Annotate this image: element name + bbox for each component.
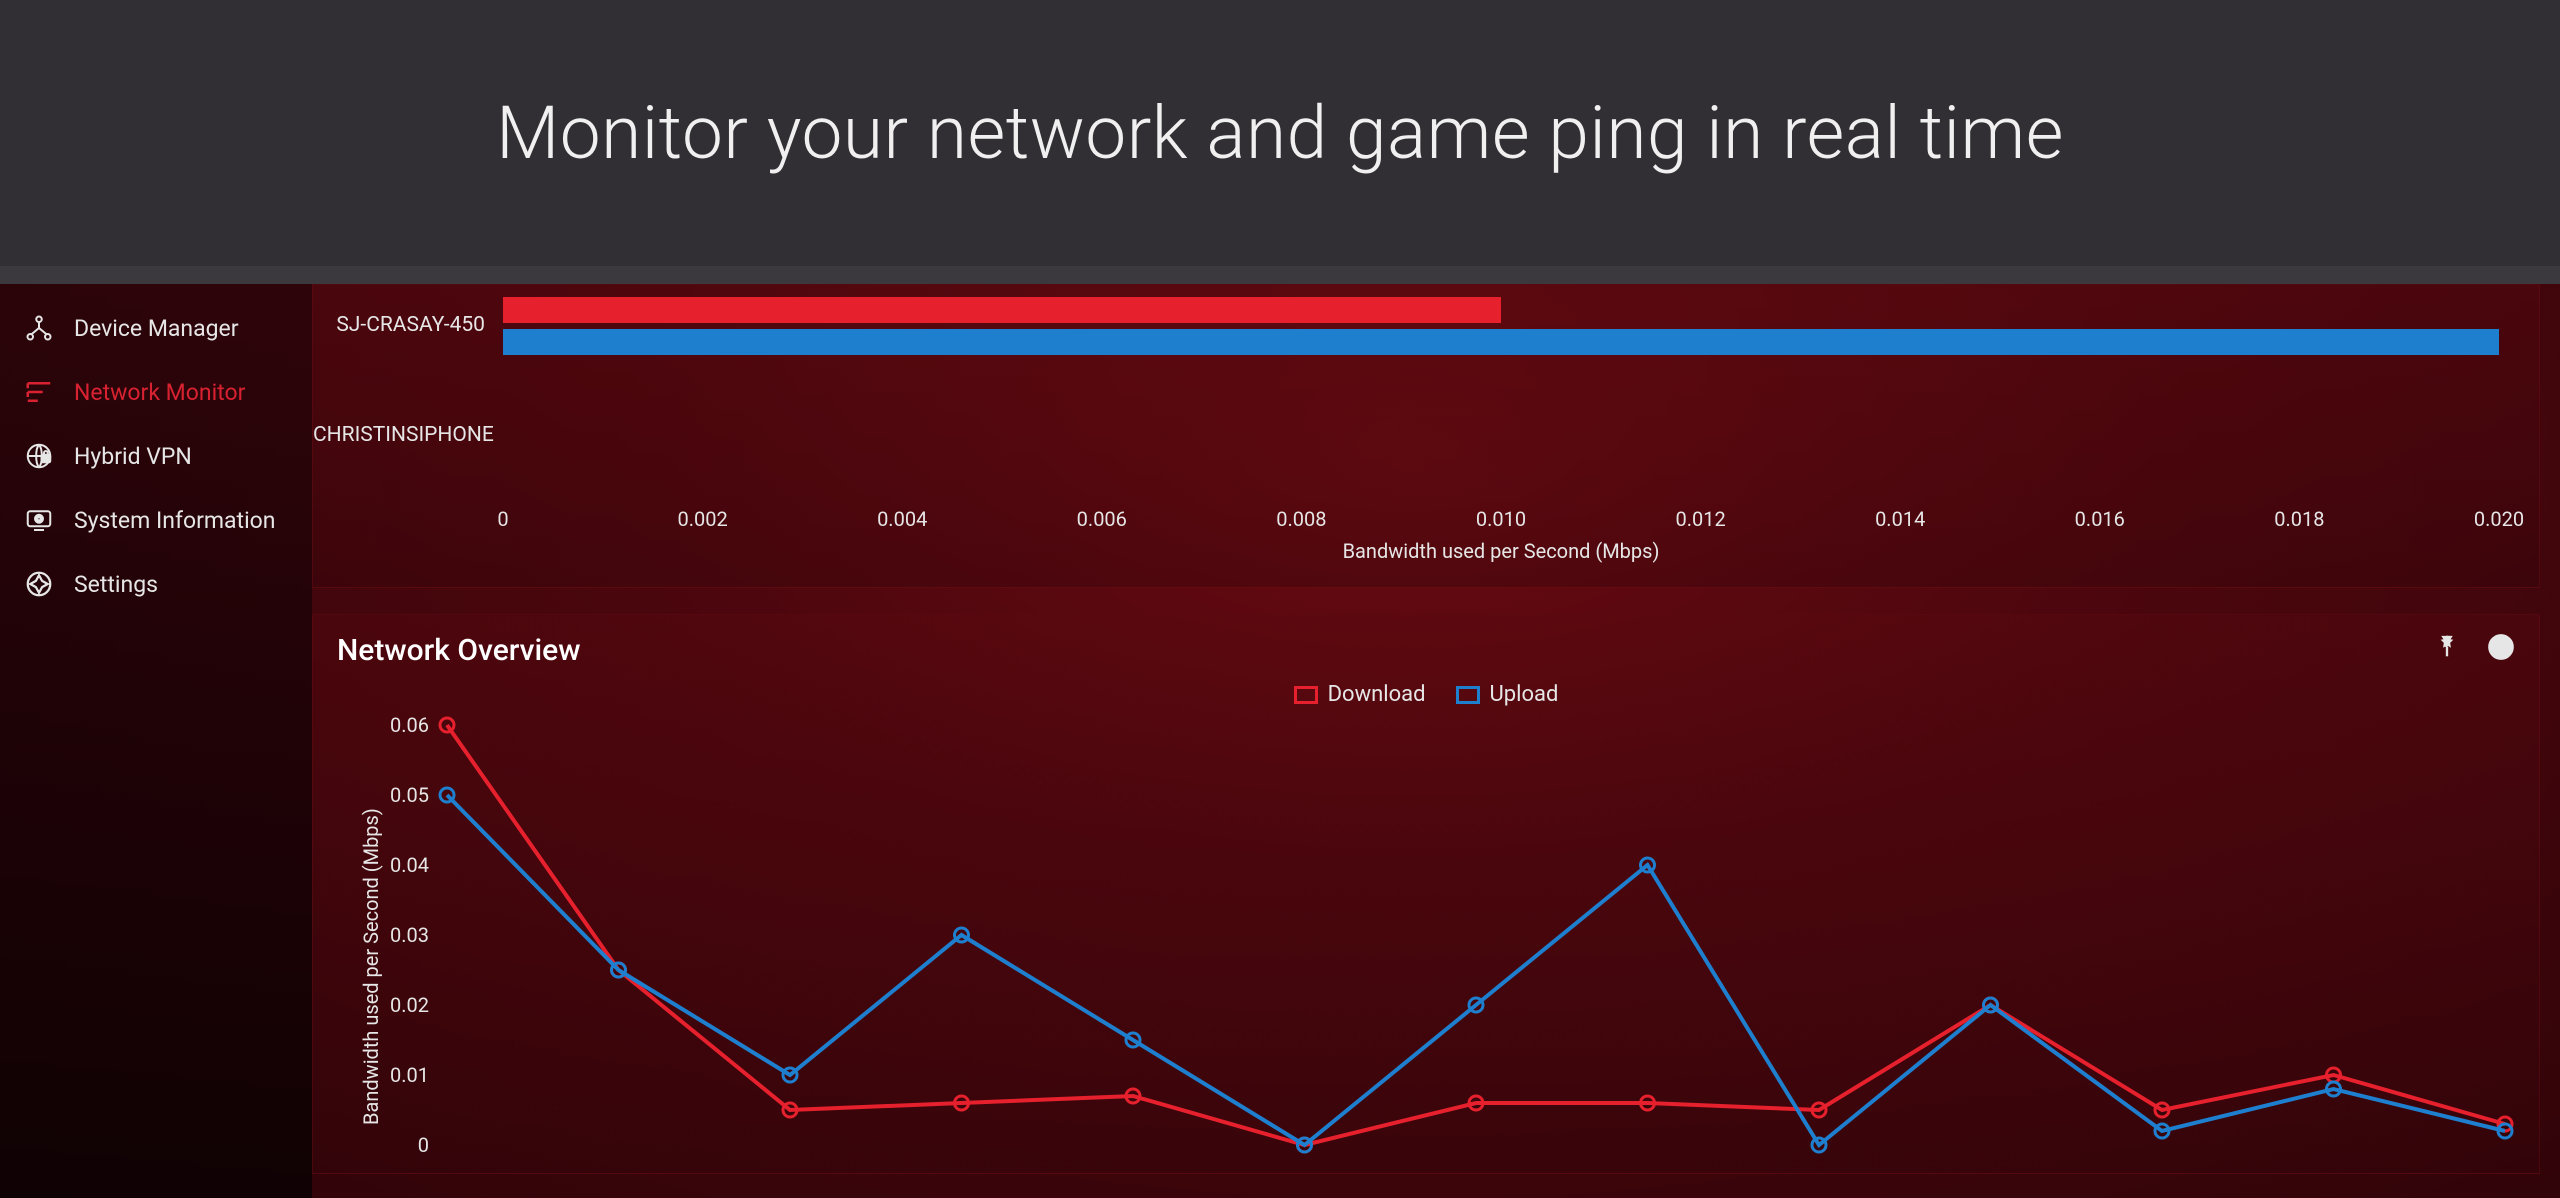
line-upload [447,795,2505,1145]
point-upload [955,928,969,942]
point-download [783,1103,797,1117]
network-monitor-icon [22,375,56,409]
xaxis-tick: 0.020 [2474,507,2524,531]
point-download [1469,1096,1483,1110]
sidebar-item-hybrid-vpn[interactable]: Hybrid VPN [0,424,312,488]
bar-download [503,297,1501,323]
point-download [2327,1068,2341,1082]
sidebar-item-system-information[interactable]: System Information [0,488,312,552]
point-upload [2155,1124,2169,1138]
bandwidth-bar-chart: SJ-CRASAY-450 CHRISTINSIPHONE 0 0.002 0.004 0… [313,285,2539,587]
bandwidth-per-device-panel: SJ-CRASAY-450 CHRISTINSIPHONE 0 0.002 0.004 0… [312,284,2540,588]
header-divider [0,266,2560,284]
point-upload [1641,858,1655,872]
sidebar: Device Manager Network Monitor Hybrid VP… [0,284,312,1198]
xaxis-tick: 0.014 [1875,507,1925,531]
xaxis-tick: 0.006 [1077,507,1127,531]
xaxis-tick: 0.004 [877,507,927,531]
main-content: SJ-CRASAY-450 CHRISTINSIPHONE 0 0.002 0.004 0… [312,284,2560,1198]
point-upload [2327,1082,2341,1096]
hybrid-vpn-icon [22,439,56,473]
legend-upload: Upload [1456,682,1559,707]
system-information-icon [22,503,56,537]
sidebar-item-label: Device Manager [74,315,239,342]
xaxis-title: Bandwidth used per Second (Mbps) [1343,539,1660,563]
device-manager-icon [22,311,56,345]
sidebar-item-network-monitor[interactable]: Network Monitor [0,360,312,424]
sidebar-item-settings[interactable]: Settings [0,552,312,616]
point-download [2155,1103,2169,1117]
point-upload [1126,1033,1140,1047]
marketing-headline: Monitor your network and game ping in re… [496,90,2064,176]
point-download [440,718,454,732]
point-download [955,1096,969,1110]
line-plot-svg [337,715,2515,1155]
xaxis-tick: 0.008 [1276,507,1326,531]
bar-upload [503,329,2499,355]
legend-swatch-upload [1456,686,1480,704]
network-overview-panel: Network Overview Download Upload 00.010.… [312,614,2540,1174]
point-download [1126,1089,1140,1103]
help-icon[interactable] [2487,633,2515,665]
sidebar-item-device-manager[interactable]: Device Manager [0,296,312,360]
sidebar-item-label: System Information [74,507,276,534]
bar-category-label: SJ-CRASAY-450 [313,313,485,337]
sidebar-item-label: Hybrid VPN [74,443,192,470]
pin-icon[interactable] [2433,633,2461,665]
sidebar-item-label: Network Monitor [74,379,245,406]
xaxis-tick: 0.012 [1675,507,1725,531]
legend-download: Download [1294,682,1426,707]
xaxis-tick: 0.016 [2075,507,2125,531]
point-download [1812,1103,1826,1117]
line-download [447,725,2505,1145]
xaxis-tick: 0 [497,507,508,531]
app-shell: Device Manager Network Monitor Hybrid VP… [0,284,2560,1198]
point-download [1641,1096,1655,1110]
point-upload [612,963,626,977]
xaxis-tick: 0.002 [677,507,727,531]
point-upload [2498,1124,2512,1138]
network-overview-title: Network Overview [337,633,2515,668]
point-upload [1812,1138,1826,1152]
xaxis-tick: 0.018 [2274,507,2324,531]
marketing-header: Monitor your network and game ping in re… [0,0,2560,266]
xaxis-tick: 0.010 [1476,507,1526,531]
point-upload [1298,1138,1312,1152]
sidebar-item-label: Settings [74,571,158,598]
point-upload [783,1068,797,1082]
bar-category-label: CHRISTINSIPHONE [313,423,485,447]
point-upload [440,788,454,802]
legend-swatch-download [1294,686,1318,704]
legend: Download Upload [337,682,2515,707]
point-upload [1984,998,1998,1012]
settings-icon [22,567,56,601]
point-upload [1469,998,1483,1012]
network-overview-line-chart: 00.010.020.030.040.050.06Bandwidth used … [337,715,2515,1155]
